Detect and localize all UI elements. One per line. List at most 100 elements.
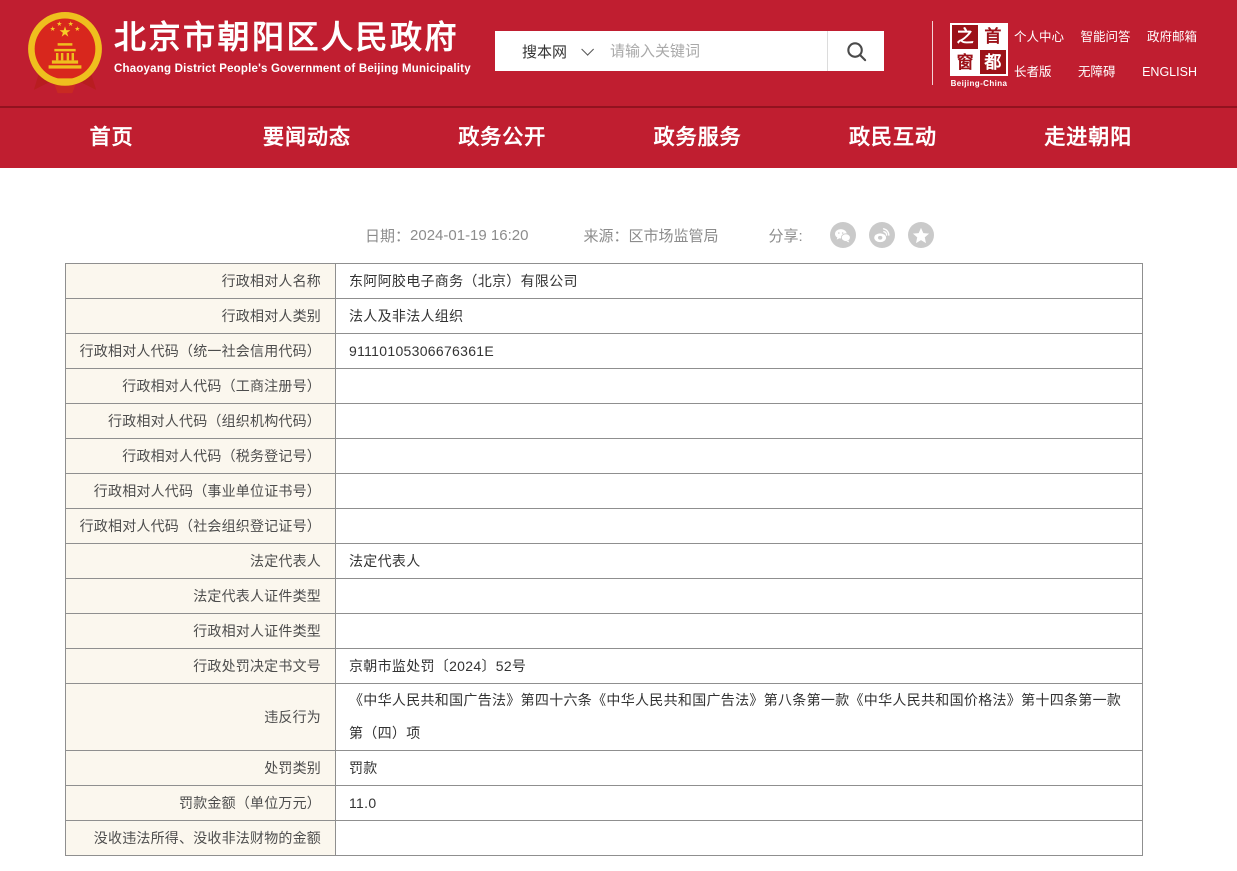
link-senior-version[interactable]: 长者版 <box>1014 64 1052 80</box>
chevron-down-icon <box>581 43 594 56</box>
penalty-record-table: 行政相对人名称 东阿阿胶电子商务（北京）有限公司 行政相对人类别 法人及非法人组… <box>65 263 1143 856</box>
search-button[interactable] <box>828 31 884 71</box>
portal-caption: Beijing-China <box>950 79 1008 88</box>
main-navbar: 首页 要闻动态 政务公开 政务服务 政民互动 走进朝阳 <box>0 106 1237 168</box>
svg-text:★: ★ <box>74 25 80 33</box>
row-label: 行政相对人代码（税务登记号） <box>66 439 336 474</box>
table-row: 行政相对人代码（统一社会信用代码） 91110105306676361E <box>66 334 1143 369</box>
header-quick-links: 个人中心 智能问答 政府邮箱 长者版 无障碍 ENGLISH <box>1014 29 1197 80</box>
table-row: 行政相对人代码（工商注册号） <box>66 369 1143 404</box>
row-value <box>336 614 1143 649</box>
wechat-share-icon[interactable] <box>830 222 856 248</box>
row-label: 法定代表人证件类型 <box>66 579 336 614</box>
portal-seal-icon: 之 首 窗 都 <box>950 23 1008 76</box>
source-label: 来源：区市场监管局 <box>583 225 718 246</box>
row-label: 行政相对人代码（统一社会信用代码） <box>66 334 336 369</box>
site-header: ★ ★ ★ ★ ★ 北京市朝阳区人民政府 Chaoyang District P… <box>0 0 1237 106</box>
row-value <box>336 821 1143 856</box>
table-row: 行政相对人名称 东阿阿胶电子商务（北京）有限公司 <box>66 264 1143 299</box>
table-row: 法定代表人证件类型 <box>66 579 1143 614</box>
share-label: 分享: <box>768 225 802 246</box>
national-emblem-logo[interactable]: ★ ★ ★ ★ ★ <box>24 9 106 97</box>
weibo-share-icon[interactable] <box>869 222 895 248</box>
row-value <box>336 404 1143 439</box>
table-row: 行政相对人类别 法人及非法人组织 <box>66 299 1143 334</box>
nav-item-about[interactable]: 走进朝阳 <box>991 108 1186 168</box>
row-value: 东阿阿胶电子商务（北京）有限公司 <box>336 264 1143 299</box>
row-label: 行政相对人代码（社会组织登记证号） <box>66 509 336 544</box>
nav-item-home[interactable]: 首页 <box>14 108 209 168</box>
table-row: 罚款金额（单位万元） 11.0 <box>66 786 1143 821</box>
table-row: 没收违法所得、没收非法财物的金额 <box>66 821 1143 856</box>
penalty-table-body: 行政相对人名称 东阿阿胶电子商务（北京）有限公司 行政相对人类别 法人及非法人组… <box>66 264 1143 856</box>
qzone-share-icon[interactable] <box>908 222 934 248</box>
site-title: 北京市朝阳区人民政府 <box>114 16 471 58</box>
site-subtitle: Chaoyang District People's Government of… <box>114 63 471 75</box>
row-label: 没收违法所得、没收非法财物的金额 <box>66 821 336 856</box>
seal-char: 之 <box>952 25 978 49</box>
link-personal-center[interactable]: 个人中心 <box>1014 29 1064 45</box>
row-value: 法定代表人 <box>336 544 1143 579</box>
site-title-block[interactable]: 北京市朝阳区人民政府 Chaoyang District People's Go… <box>114 16 471 75</box>
row-value: 京朝市监处罚〔2024〕52号 <box>336 649 1143 684</box>
row-label: 行政相对人代码（工商注册号） <box>66 369 336 404</box>
row-label: 行政相对人证件类型 <box>66 614 336 649</box>
row-value <box>336 509 1143 544</box>
row-label: 法定代表人 <box>66 544 336 579</box>
search-box: 搜本网 <box>495 31 884 71</box>
search-icon <box>845 40 868 63</box>
source-value: 区市场监管局 <box>628 228 718 245</box>
table-row: 行政相对人代码（社会组织登记证号） <box>66 509 1143 544</box>
row-value: 11.0 <box>336 786 1143 821</box>
row-label: 违反行为 <box>66 684 336 751</box>
search-scope-label: 搜本网 <box>522 41 567 62</box>
nav-item-gov-info[interactable]: 政务公开 <box>405 108 600 168</box>
nav-item-interaction[interactable]: 政民互动 <box>795 108 990 168</box>
date-label: 日期： <box>365 225 410 246</box>
table-row: 行政处罚决定书文号 京朝市监处罚〔2024〕52号 <box>66 649 1143 684</box>
table-row: 行政相对人代码（组织机构代码） <box>66 404 1143 439</box>
search-scope-dropdown[interactable]: 搜本网 <box>522 41 590 62</box>
date-value: 2024-01-19 16:20 <box>410 227 528 244</box>
table-row: 行政相对人证件类型 <box>66 614 1143 649</box>
header-separator <box>932 21 933 85</box>
svg-text:★: ★ <box>68 20 74 28</box>
table-row: 行政相对人代码（税务登记号） <box>66 439 1143 474</box>
row-value <box>336 369 1143 404</box>
svg-text:★: ★ <box>56 20 62 28</box>
table-row: 处罚类别 罚款 <box>66 751 1143 786</box>
seal-char: 都 <box>980 50 1006 74</box>
article-meta-row: 日期：2024-01-19 16:20 来源：区市场监管局 分享: <box>365 221 934 249</box>
share-icons <box>830 222 934 248</box>
table-row: 违反行为 《中华人民共和国广告法》第四十六条《中华人民共和国广告法》第八条第一款… <box>66 684 1143 751</box>
row-label: 行政相对人代码（组织机构代码） <box>66 404 336 439</box>
table-row: 行政相对人代码（事业单位证书号） <box>66 474 1143 509</box>
link-english[interactable]: ENGLISH <box>1142 64 1197 80</box>
row-label: 行政处罚决定书文号 <box>66 649 336 684</box>
table-row: 法定代表人 法定代表人 <box>66 544 1143 579</box>
link-smart-qa[interactable]: 智能问答 <box>1080 29 1130 45</box>
national-emblem-icon: ★ ★ ★ ★ ★ <box>24 9 106 97</box>
link-gov-mailbox[interactable]: 政府邮箱 <box>1147 29 1197 45</box>
seal-char: 首 <box>980 25 1006 49</box>
row-label: 行政相对人代码（事业单位证书号） <box>66 474 336 509</box>
row-value <box>336 474 1143 509</box>
link-accessibility[interactable]: 无障碍 <box>1078 64 1116 80</box>
search-input[interactable] <box>610 43 827 60</box>
nav-list: 首页 要闻动态 政务公开 政务服务 政民互动 走进朝阳 <box>14 108 1186 168</box>
nav-item-news[interactable]: 要闻动态 <box>209 108 404 168</box>
row-value <box>336 579 1143 614</box>
row-label: 处罚类别 <box>66 751 336 786</box>
row-value: 法人及非法人组织 <box>336 299 1143 334</box>
row-label: 行政相对人类别 <box>66 299 336 334</box>
row-label: 行政相对人名称 <box>66 264 336 299</box>
nav-item-gov-service[interactable]: 政务服务 <box>600 108 795 168</box>
svg-text:★: ★ <box>50 25 56 33</box>
seal-char: 窗 <box>952 50 978 74</box>
row-value: 罚款 <box>336 751 1143 786</box>
row-label: 罚款金额（单位万元） <box>66 786 336 821</box>
row-value <box>336 439 1143 474</box>
row-value: 《中华人民共和国广告法》第四十六条《中华人民共和国广告法》第八条第一款《中华人民… <box>336 684 1143 751</box>
row-value: 91110105306676361E <box>336 334 1143 369</box>
shoudu-zhichuang-logo[interactable]: 之 首 窗 都 Beijing-China <box>950 23 1008 88</box>
